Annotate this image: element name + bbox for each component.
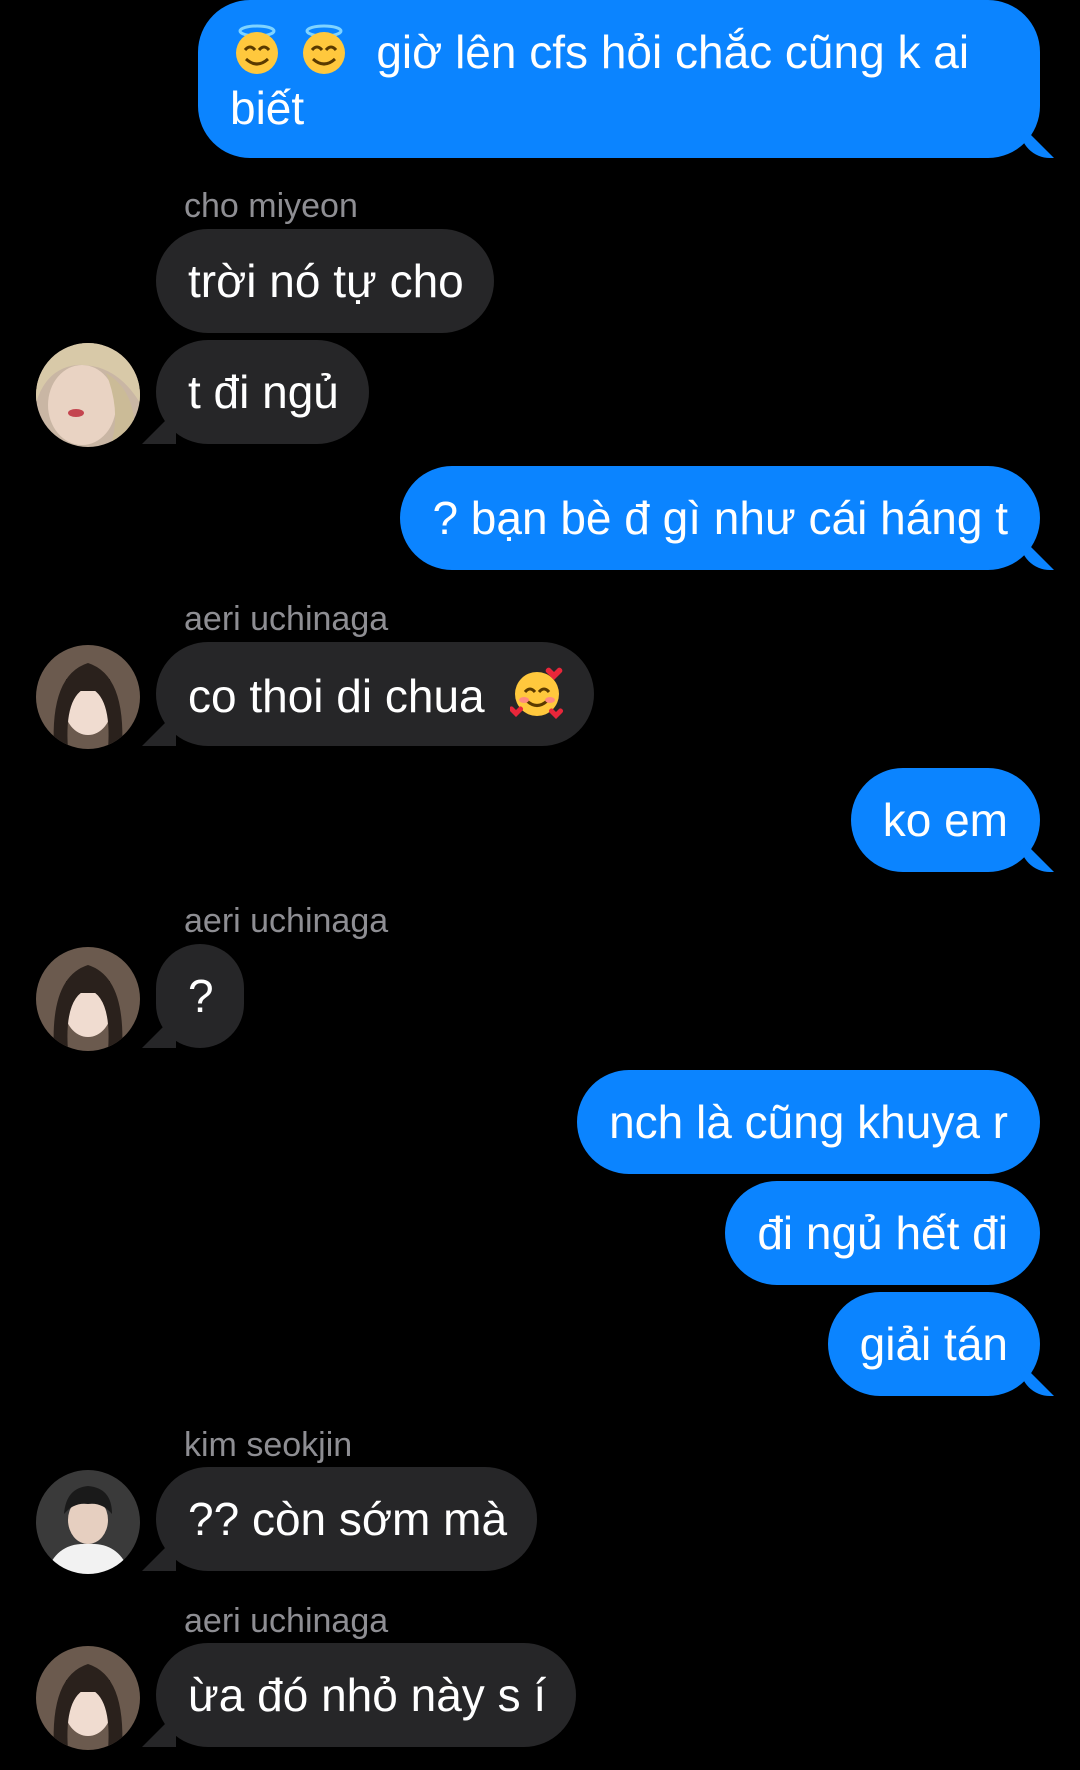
outgoing-message[interactable]: giờ lên cfs hỏi chắc cũng k ai biết — [198, 0, 1040, 158]
incoming-message[interactable]: trời nó tự cho — [156, 229, 494, 333]
message-text: giải tán — [859, 1318, 1008, 1370]
avatar-kim-seokjin[interactable] — [36, 1470, 140, 1574]
message-text: ?? còn sớm mà — [188, 1493, 508, 1545]
incoming-message[interactable]: co thoi di chua — [156, 642, 595, 746]
incoming-message[interactable]: ừa đó nhỏ này s í — [156, 1643, 577, 1747]
message-text: trời nó tự cho — [188, 255, 464, 307]
avatar-aeri-uchinaga[interactable] — [36, 947, 140, 1051]
incoming-message[interactable]: t đi ngủ — [156, 340, 369, 444]
outgoing-message[interactable]: giải tán — [827, 1292, 1040, 1396]
message-text: ? — [188, 970, 214, 1022]
message-text: đi ngủ hết đi — [757, 1207, 1008, 1259]
incoming-message[interactable]: ? — [156, 944, 244, 1048]
avatar-aeri-uchinaga[interactable] — [36, 1646, 140, 1750]
sender-name: aeri uchinaga — [184, 902, 389, 940]
message-text: ? bạn bè đ gì như cái háng t — [432, 492, 1008, 544]
message-text-line2: biết — [230, 82, 305, 134]
sender-name: aeri uchinaga — [184, 600, 389, 638]
smiling-face-with-hearts-icon — [497, 667, 564, 722]
chat-thread: giờ lên cfs hỏi chắc cũng k ai biết cho … — [0, 0, 1080, 1770]
outgoing-message[interactable]: nch là cũng khuya r — [577, 1070, 1040, 1174]
sender-name: cho miyeon — [184, 187, 358, 225]
message-text: t đi ngủ — [188, 366, 339, 418]
avatar-aeri-uchinaga[interactable] — [36, 645, 140, 749]
message-text: nch là cũng khuya r — [609, 1096, 1008, 1148]
halo-emoji-icon — [297, 24, 364, 78]
outgoing-message[interactable]: ? bạn bè đ gì như cái háng t — [400, 466, 1040, 570]
sender-name: aeri uchinaga — [184, 1602, 389, 1640]
sender-name: kim seokjin — [184, 1426, 353, 1464]
message-text: co thoi di chua — [188, 670, 498, 722]
halo-emoji-icon — [230, 24, 297, 78]
avatar-cho-miyeon[interactable] — [36, 343, 140, 447]
incoming-message[interactable]: ?? còn sớm mà — [156, 1467, 538, 1571]
outgoing-message[interactable]: ko em — [850, 768, 1040, 872]
message-text: giờ lên cfs hỏi chắc cũng k ai — [363, 26, 970, 78]
outgoing-message[interactable]: đi ngủ hết đi — [725, 1181, 1040, 1285]
message-text: ko em — [882, 794, 1008, 846]
message-text: ừa đó nhỏ này s í — [188, 1669, 547, 1721]
